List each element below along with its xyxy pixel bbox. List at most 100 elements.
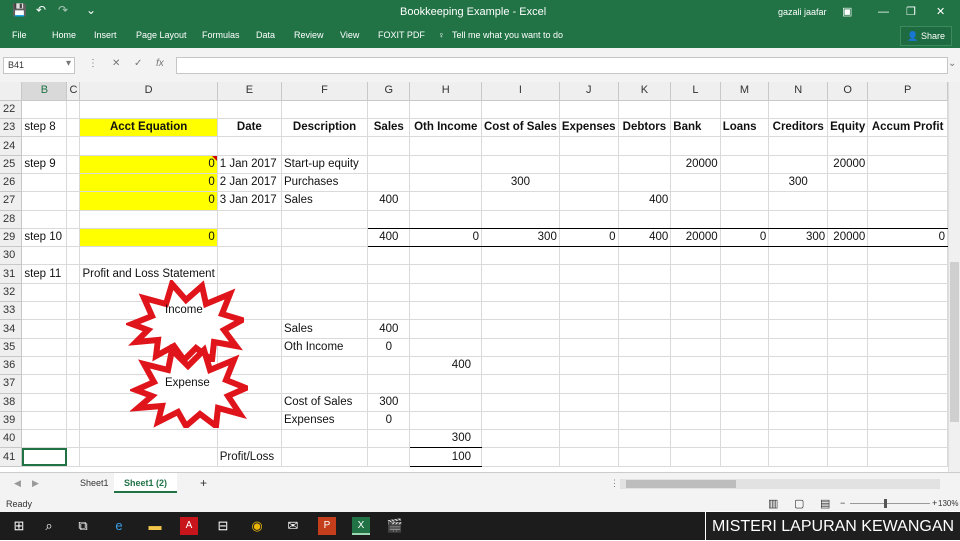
cell[interactable]: Debtors [618, 118, 672, 138]
cell[interactable] [559, 283, 619, 303]
row-header[interactable]: 41 [0, 447, 23, 467]
cell[interactable] [281, 264, 369, 284]
cell[interactable] [217, 429, 282, 449]
cell[interactable] [66, 338, 81, 357]
cell[interactable] [720, 301, 770, 321]
column-header-e[interactable]: E [217, 82, 282, 101]
cell[interactable] [367, 246, 411, 266]
cell[interactable] [827, 173, 869, 193]
cell[interactable]: Expenses [559, 118, 619, 138]
cell[interactable] [409, 301, 482, 321]
cell[interactable]: 0 [79, 191, 218, 211]
cell[interactable] [670, 374, 721, 394]
cell[interactable] [618, 356, 672, 376]
cell[interactable] [670, 246, 721, 266]
cell[interactable]: 0 [79, 155, 218, 174]
cell[interactable] [768, 447, 829, 467]
cell[interactable] [66, 155, 81, 174]
column-header-n[interactable]: N [768, 82, 829, 101]
tab-insert[interactable]: Insert [94, 30, 117, 40]
cell[interactable] [618, 210, 672, 229]
cell[interactable] [409, 136, 482, 156]
cell[interactable] [481, 246, 560, 266]
sheet-tab-sheet1-2[interactable]: Sheet1 (2) [114, 473, 178, 493]
cell[interactable] [559, 301, 619, 321]
cell[interactable] [367, 100, 411, 120]
row-header[interactable]: 26 [0, 173, 23, 193]
cell[interactable]: 400 [367, 319, 411, 339]
cell[interactable] [768, 136, 829, 156]
cell[interactable]: 300 [768, 228, 829, 248]
cell[interactable] [618, 338, 672, 357]
cell[interactable]: 400 [367, 228, 411, 248]
zoom-slider-thumb[interactable] [884, 499, 887, 508]
cell[interactable] [867, 173, 948, 193]
cell[interactable]: Profit/Loss [217, 447, 282, 467]
cancel-icon[interactable]: ✕ [112, 58, 120, 69]
cell[interactable]: 0 [79, 228, 218, 248]
zoom-out-icon[interactable]: − [840, 498, 845, 508]
redo-icon[interactable]: ↷ [58, 3, 68, 17]
row-header[interactable]: 34 [0, 319, 23, 339]
cell[interactable] [827, 338, 869, 357]
row-header[interactable]: 28 [0, 210, 23, 229]
cell[interactable] [481, 429, 560, 449]
cell[interactable]: 3 Jan 2017 [217, 191, 282, 211]
cell[interactable]: 2 Jan 2017 [217, 173, 282, 193]
cell[interactable]: step 8 [21, 118, 68, 138]
cell[interactable] [79, 210, 218, 229]
cell[interactable] [79, 429, 218, 449]
clapper-icon[interactable]: 🎬 [386, 517, 404, 535]
fx-icon[interactable]: fx [156, 58, 164, 69]
cell[interactable] [66, 374, 81, 394]
cell[interactable]: 0 [79, 173, 218, 193]
cell[interactable] [481, 411, 560, 431]
row-header[interactable]: 40 [0, 429, 23, 449]
cell[interactable] [559, 429, 619, 449]
cell[interactable] [559, 411, 619, 431]
cell[interactable]: 400 [409, 356, 482, 376]
cell[interactable] [66, 118, 81, 138]
cell[interactable] [21, 283, 68, 303]
cell[interactable] [66, 393, 81, 412]
cell[interactable] [481, 191, 560, 211]
cell[interactable] [867, 210, 948, 229]
cell[interactable]: 400 [367, 191, 411, 211]
cell[interactable] [409, 264, 482, 284]
cell[interactable] [21, 338, 68, 357]
cell[interactable] [409, 283, 482, 303]
cell[interactable] [409, 411, 482, 431]
cell[interactable] [768, 210, 829, 229]
user-name[interactable]: gazali jaafar [778, 0, 827, 24]
cell[interactable] [559, 356, 619, 376]
cell[interactable] [867, 429, 948, 449]
cell[interactable] [21, 246, 68, 266]
cell[interactable] [768, 356, 829, 376]
zoom-slider[interactable] [850, 503, 930, 504]
cell[interactable]: Cost of Sales [281, 393, 369, 412]
cell[interactable] [367, 210, 411, 229]
cell[interactable] [217, 246, 282, 266]
cell[interactable] [66, 136, 81, 156]
cell[interactable]: Date [217, 118, 282, 138]
tab-view[interactable]: View [340, 30, 359, 40]
cell[interactable] [481, 374, 560, 394]
cell[interactable] [618, 283, 672, 303]
cell[interactable] [217, 210, 282, 229]
expand-formula-icon[interactable]: ⌄ [948, 58, 956, 69]
cell[interactable] [720, 283, 770, 303]
cell[interactable] [768, 374, 829, 394]
cell[interactable] [827, 411, 869, 431]
cell[interactable] [559, 100, 619, 120]
cell[interactable] [670, 173, 721, 193]
cell[interactable] [827, 210, 869, 229]
cell[interactable]: 300 [481, 173, 560, 193]
column-header-j[interactable]: J [559, 82, 619, 101]
cell[interactable]: 300 [409, 429, 482, 449]
row-header[interactable]: 23 [0, 118, 23, 138]
cell[interactable] [21, 210, 68, 229]
cell[interactable] [720, 136, 770, 156]
cell[interactable] [281, 374, 369, 394]
cell[interactable] [367, 301, 411, 321]
cell[interactable] [367, 283, 411, 303]
